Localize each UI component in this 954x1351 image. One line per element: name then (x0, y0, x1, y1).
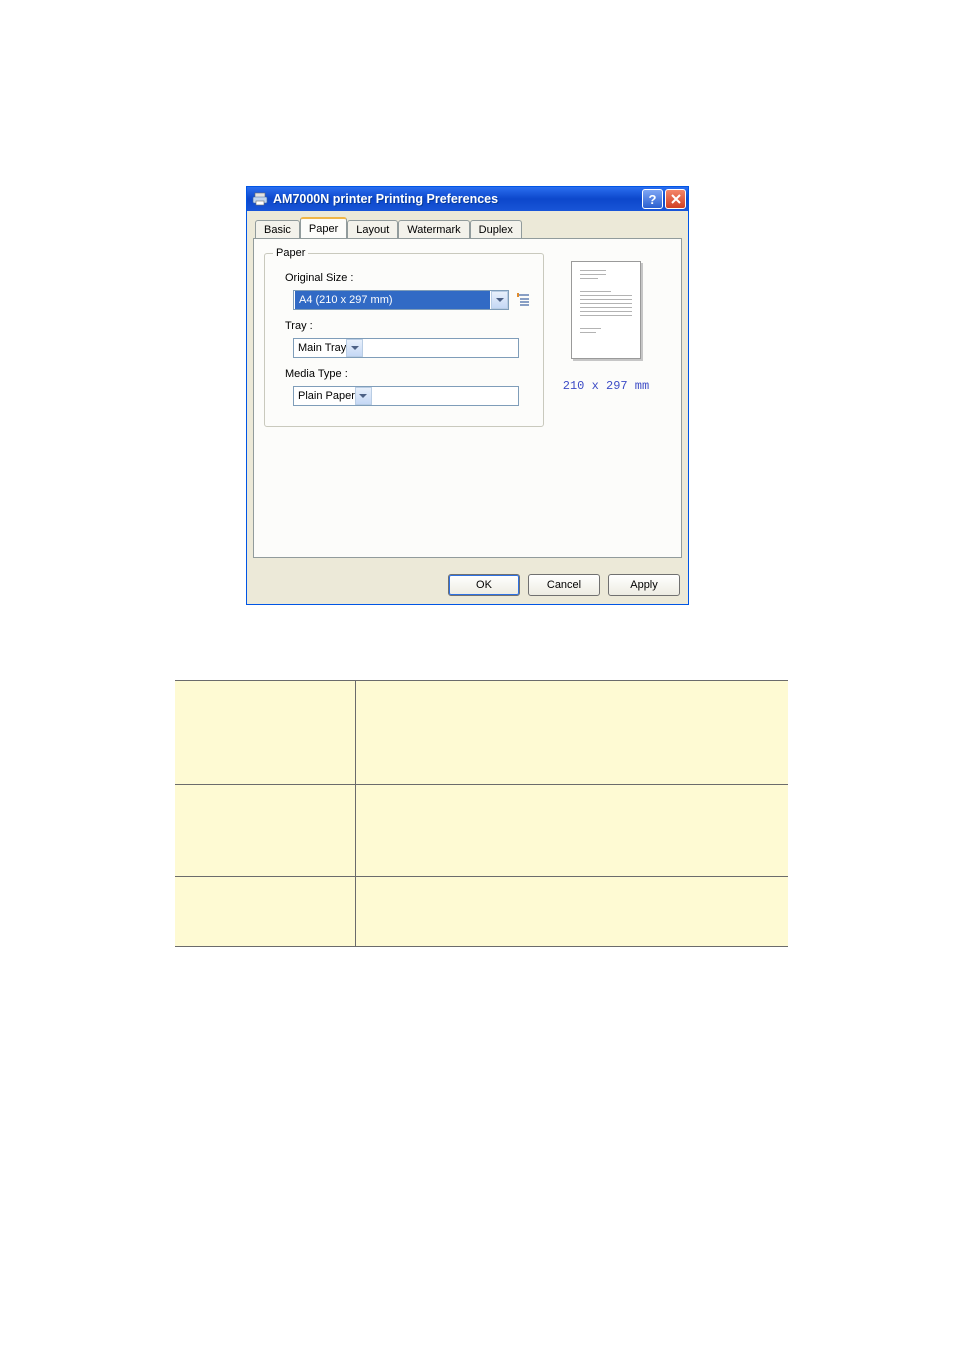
preview-dimensions: 210 x 297 mm (551, 379, 661, 393)
table-cell (175, 681, 355, 785)
media-type-row: Media Type : Plain Paper (285, 368, 531, 406)
original-size-label: Original Size : (285, 272, 531, 284)
tab-duplex[interactable]: Duplex (470, 220, 522, 239)
preview-area: 210 x 297 mm (551, 261, 661, 393)
tab-watermark[interactable]: Watermark (398, 220, 469, 239)
dialog-button-row: OK Cancel Apply (247, 566, 688, 604)
tab-basic[interactable]: Basic (255, 220, 300, 239)
help-button[interactable]: ? (642, 189, 663, 209)
tab-panel-paper: Paper Original Size : A4 (210 x 297 mm) (253, 238, 682, 558)
table-row (175, 681, 788, 785)
original-size-row: Original Size : A4 (210 x 297 mm) (285, 272, 531, 310)
original-size-value: A4 (210 x 297 mm) (295, 291, 490, 309)
tab-layout[interactable]: Layout (347, 220, 398, 239)
chevron-down-icon[interactable] (355, 387, 372, 405)
chevron-down-icon[interactable] (346, 339, 363, 357)
table-row (175, 785, 788, 877)
close-button[interactable] (665, 189, 686, 209)
table-cell (355, 681, 788, 785)
tray-combo[interactable]: Main Tray (293, 338, 519, 358)
tray-label: Tray : (285, 320, 531, 332)
ok-button[interactable]: OK (448, 574, 520, 596)
table-cell (355, 785, 788, 877)
media-type-value: Plain Paper (294, 390, 355, 402)
media-type-combo[interactable]: Plain Paper (293, 386, 519, 406)
group-legend: Paper (273, 247, 308, 259)
tray-row: Tray : Main Tray (285, 320, 531, 358)
apply-button[interactable]: Apply (608, 574, 680, 596)
chevron-down-icon[interactable] (491, 291, 508, 309)
titlebar[interactable]: AM7000N printer Printing Preferences ? (247, 187, 688, 211)
original-size-combo[interactable]: A4 (210 x 297 mm) (293, 290, 509, 310)
media-type-label: Media Type : (285, 368, 531, 380)
table-cell (175, 877, 355, 947)
tab-paper[interactable]: Paper (300, 217, 347, 238)
table-cell (355, 877, 788, 947)
custom-size-icon[interactable] (515, 292, 531, 308)
cancel-button[interactable]: Cancel (528, 574, 600, 596)
printing-preferences-dialog: AM7000N printer Printing Preferences ? B… (246, 186, 689, 605)
table-row (175, 877, 788, 947)
tabstrip: Basic Paper Layout Watermark Duplex (253, 217, 682, 238)
dialog-title: AM7000N printer Printing Preferences (273, 192, 640, 206)
paper-group: Paper Original Size : A4 (210 x 297 mm) (264, 253, 544, 427)
printer-icon (252, 191, 268, 207)
info-table (175, 680, 788, 947)
dialog-body: Basic Paper Layout Watermark Duplex Pape… (247, 211, 688, 566)
tray-value: Main Tray (294, 342, 346, 354)
page-preview (571, 261, 641, 359)
table-cell (175, 785, 355, 877)
